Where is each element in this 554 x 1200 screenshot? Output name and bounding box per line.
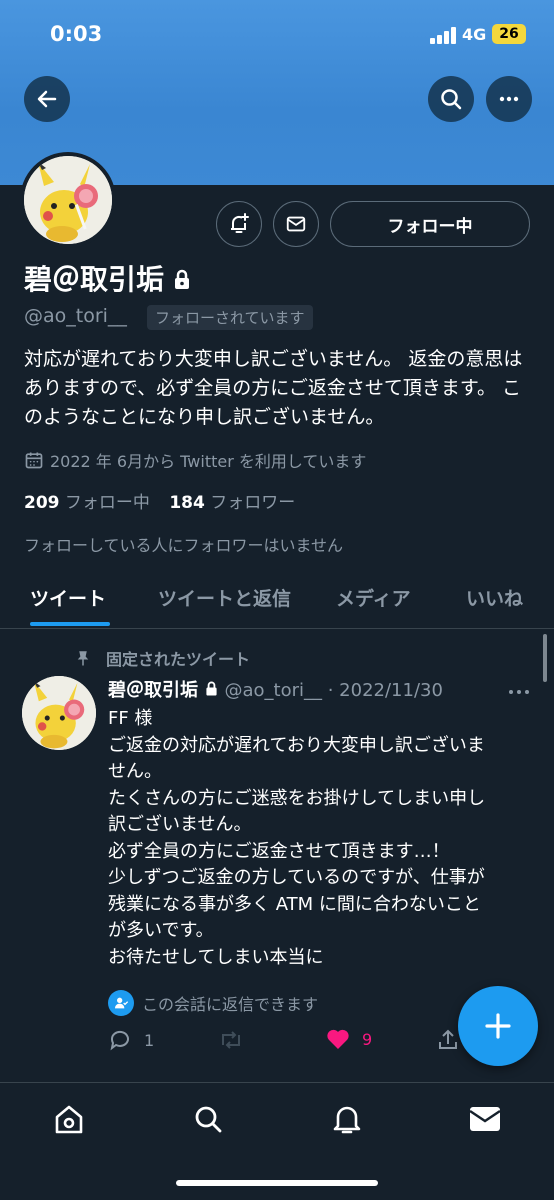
tweet-author-handle: @ao_tori__ xyxy=(224,680,322,701)
tweet-author-name[interactable]: 碧＠取引垢 xyxy=(108,680,198,701)
lock-icon xyxy=(204,680,219,701)
follow-counts: 209 フォロー中 184 フォロワー xyxy=(24,488,295,513)
retweet-icon xyxy=(222,1031,240,1049)
reply-restriction-icon xyxy=(108,990,134,1016)
nav-messages[interactable] xyxy=(467,1101,503,1137)
scrollbar[interactable] xyxy=(543,634,547,682)
followers-count: 184 xyxy=(169,493,205,513)
search-button[interactable] xyxy=(428,76,474,122)
tweet-line: 少しずつご返金の方しているのですが、仕事が xyxy=(108,867,485,888)
compose-tweet-button[interactable] xyxy=(458,986,538,1066)
tweet-line: せん。 xyxy=(108,761,162,782)
status-bar: 0:03 4G 26 xyxy=(0,0,554,70)
profile-bio: 対応が遅れており大変申し訳ございません。 返金の意思はありますので、必ず全員の方… xyxy=(24,348,523,428)
like-count: 9 xyxy=(362,1029,373,1049)
notification-add-icon xyxy=(231,213,249,233)
compose-icon xyxy=(485,1013,511,1039)
tweet-line: が多いです。 xyxy=(108,920,214,941)
tweet-avatar[interactable] xyxy=(22,676,96,750)
avatar-image xyxy=(22,676,96,750)
tweet-header: 碧＠取引垢 @ao_tori__ · 2022/11/30 xyxy=(108,676,443,702)
more-icon xyxy=(499,96,519,102)
tweet-line: たくさんの方にご迷惑をお掛けしてしまい申し xyxy=(108,787,486,809)
mail-icon xyxy=(286,216,306,232)
search-icon xyxy=(195,1106,222,1133)
following-label: フォロー中 xyxy=(64,493,150,513)
tweet-date: · 2022/11/30 xyxy=(327,680,443,701)
joined-date-row: 2022 年 6月から Twitter を利用しています xyxy=(24,448,366,472)
bell-icon xyxy=(333,1106,361,1134)
following-link[interactable]: 209 フォロー中 xyxy=(24,493,150,513)
tweet-line: お待たせしてしまい本当に xyxy=(108,946,324,968)
calendar-icon xyxy=(25,452,43,469)
joined-date: 2022 年 6月から Twitter を利用しています xyxy=(50,452,367,471)
followers-label: フォロワー xyxy=(210,493,296,513)
share-button[interactable] xyxy=(436,1028,460,1052)
nav-search[interactable] xyxy=(190,1101,226,1137)
tweet-text: FF 様 ご返金の対応が遅れており大変申し訳ございま せん。 たくさんの方にご迷… xyxy=(108,706,528,971)
home-indicator xyxy=(176,1180,378,1186)
profile-avatar[interactable] xyxy=(20,152,116,248)
search-icon xyxy=(441,89,462,110)
network-type: 4G xyxy=(462,25,487,44)
pinned-label: 固定されたツイート xyxy=(106,650,251,669)
tabs-divider xyxy=(0,628,554,629)
following-button[interactable]: フォロー中 xyxy=(330,201,530,247)
profile-tabs: ツイート ツイートと返信 メディア いいね xyxy=(0,578,554,628)
back-icon xyxy=(37,90,57,108)
tweet-more-button[interactable] xyxy=(508,682,530,701)
tab-tweets-and-replies[interactable]: ツイートと返信 xyxy=(158,584,291,611)
reply-icon xyxy=(110,1030,129,1051)
lock-icon xyxy=(172,265,192,298)
pinned-label-row: 固定されたツイート xyxy=(74,646,250,670)
status-time: 0:03 xyxy=(50,22,103,46)
tweet-line: 必ず全員の方にご返金させて頂きます…！ xyxy=(108,840,450,862)
retweet-button[interactable] xyxy=(218,1028,244,1052)
back-button[interactable] xyxy=(24,76,70,122)
tab-media[interactable]: メディア xyxy=(336,584,411,611)
avatar-image xyxy=(24,156,112,244)
profile-name: 碧＠取引垢 xyxy=(24,263,165,296)
tab-tweets[interactable]: ツイート xyxy=(30,584,106,611)
follows-you-badge: フォローされています xyxy=(147,305,313,330)
nav-notifications[interactable] xyxy=(329,1101,365,1137)
following-count: 209 xyxy=(24,493,60,513)
battery-level: 26 xyxy=(492,24,526,44)
reply-button[interactable]: 1 xyxy=(108,1028,154,1052)
pin-icon xyxy=(77,651,89,666)
signal-icon xyxy=(430,26,456,44)
profile-handle: @ao_tori__ xyxy=(24,305,127,327)
mutual-followers-note: フォローしている人にフォロワーはいません xyxy=(24,536,344,555)
envelope-icon xyxy=(469,1107,501,1131)
reply-restriction-text: この会話に返信できます xyxy=(142,995,319,1014)
notify-button[interactable] xyxy=(216,201,262,247)
home-icon xyxy=(55,1105,83,1134)
followers-link[interactable]: 184 フォロワー xyxy=(169,493,295,513)
more-button[interactable] xyxy=(486,76,532,122)
nav-home[interactable] xyxy=(51,1101,87,1137)
active-tab-indicator xyxy=(30,622,110,626)
profile-name-row: 碧＠取引垢 xyxy=(24,258,192,298)
tweet-line: FF 様 xyxy=(108,708,153,729)
reply-count: 1 xyxy=(144,1030,155,1050)
tweet-line: ご返金の対応が遅れており大変申し訳ございま xyxy=(108,734,485,756)
heart-icon xyxy=(327,1029,349,1049)
like-button[interactable]: 9 xyxy=(326,1028,372,1050)
more-icon xyxy=(509,690,529,694)
reply-restriction-note: この会話に返信できます xyxy=(108,990,318,1016)
tweet-line: 残業になる事が多く ATM に間に合わないこと xyxy=(108,893,481,915)
share-icon xyxy=(439,1029,457,1049)
tweet-line: 訳ございません。 xyxy=(108,814,252,835)
tab-likes[interactable]: いいね xyxy=(466,584,523,611)
message-button[interactable] xyxy=(273,201,319,247)
